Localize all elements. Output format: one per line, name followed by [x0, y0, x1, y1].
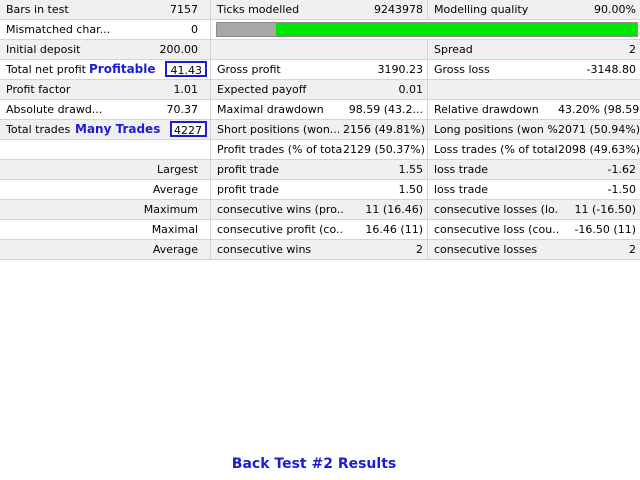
profit-trades-value: 2129 (50.37%) — [343, 143, 426, 156]
total-net-profit-label: Total net profit — [6, 63, 86, 76]
average-consecutive-losses-label: consecutive losses — [434, 243, 538, 256]
loss-trades-value: 2098 (49.63%) — [558, 143, 640, 156]
short-positions-label: Short positions (won... — [217, 123, 341, 136]
ticks-modelled-label: Ticks modelled — [217, 3, 300, 16]
average-consecutive-label: Average — [152, 243, 198, 256]
largest-label: Largest — [157, 163, 198, 176]
profit-factor-label: Profit factor — [6, 83, 71, 96]
maximum-label: Maximum — [143, 203, 198, 216]
maximal-drawdown-value: 98.59 (43.2... — [348, 103, 423, 116]
table-row: Mismatched char... 0 — [0, 20, 640, 40]
table-row: Bars in test 7157 Ticks modelled 9243978… — [0, 0, 640, 20]
table-row: Average consecutive wins 2 consecutive l… — [0, 240, 640, 260]
table-row: Maximum consecutive wins (pro... 11 (16.… — [0, 200, 640, 220]
profit-trades-label: Profit trades (% of total) — [217, 143, 343, 156]
modelling-quality-bar-mismatch-segment — [217, 23, 276, 36]
max-consecutive-wins-value: 11 (16.46) — [365, 203, 423, 216]
column-divider — [210, 20, 211, 39]
average-loss-trade-value: -1.50 — [607, 183, 636, 196]
largest-loss-trade-label: loss trade — [434, 163, 489, 176]
profitable-annotation: Profitable — [89, 62, 156, 76]
max-consecutive-wins-label: consecutive wins (pro... — [217, 203, 343, 216]
table-row: Absolute drawd... 70.37 Maximal drawdown… — [0, 100, 640, 120]
max-consecutive-losses-value: 11 (-16.50) — [574, 203, 636, 216]
absolute-drawdown-value: 70.37 — [166, 103, 199, 116]
expected-payoff-value: 0.01 — [398, 83, 424, 96]
table-row: Total net profit Profitable 41.43 Gross … — [0, 60, 640, 80]
table-row: Profit factor 1.01 Expected payoff 0.01 — [0, 80, 640, 100]
expected-payoff-label: Expected payoff — [217, 83, 307, 96]
average-loss-trade-label: loss trade — [434, 183, 489, 196]
table-row: Initial deposit 200.00 Spread 2 — [0, 40, 640, 60]
average-label: Average — [152, 183, 198, 196]
column-divider — [210, 40, 211, 59]
absolute-drawdown-label: Absolute drawd... — [6, 103, 103, 116]
initial-deposit-label: Initial deposit — [6, 43, 81, 56]
spread-value: 2 — [629, 43, 636, 56]
average-consecutive-wins-value: 2 — [416, 243, 423, 256]
maximal-consecutive-loss-value: -16.50 (11) — [574, 223, 636, 236]
gross-profit-label: Gross profit — [217, 63, 281, 76]
average-profit-trade-label: profit trade — [217, 183, 280, 196]
initial-deposit-value: 200.00 — [159, 43, 199, 56]
maximal-consecutive-loss-label: consecutive loss (cou... — [434, 223, 558, 236]
relative-drawdown-value: 43.20% (98.59) — [558, 103, 640, 116]
table-row: Largest profit trade 1.55 loss trade -1.… — [0, 160, 640, 180]
gross-loss-label: Gross loss — [434, 63, 490, 76]
max-consecutive-losses-label: consecutive losses (lo... — [434, 203, 558, 216]
modelling-quality-label: Modelling quality — [434, 3, 529, 16]
table-row: Maximal consecutive profit (co... 16.46 … — [0, 220, 640, 240]
table-row: Average profit trade 1.50 loss trade -1.… — [0, 180, 640, 200]
average-consecutive-losses-value: 2 — [629, 243, 636, 256]
bars-in-test-label: Bars in test — [6, 3, 69, 16]
table-row: Total trades Many Trades 4227 Short posi… — [0, 120, 640, 140]
largest-profit-trade-label: profit trade — [217, 163, 280, 176]
maximal-consecutive-profit-value: 16.46 (11) — [365, 223, 423, 236]
ticks-modelled-value: 9243978 — [374, 3, 423, 16]
modelling-quality-value: 90.00% — [594, 3, 636, 16]
mismatched-value: 0 — [191, 23, 198, 36]
spread-label: Spread — [434, 43, 473, 56]
largest-loss-trade-value: -1.62 — [607, 163, 636, 176]
column-divider — [427, 80, 428, 99]
total-net-profit-value: 41.43 — [165, 61, 207, 77]
long-positions-value: 2071 (50.94%) — [558, 123, 640, 136]
many-trades-annotation: Many Trades — [75, 122, 161, 136]
gross-loss-value: -3148.80 — [586, 63, 636, 76]
table-row: Profit trades (% of total) 2129 (50.37%)… — [0, 140, 640, 160]
total-trades-value: 4227 — [170, 121, 207, 137]
maximal-consecutive-profit-label: consecutive profit (co... — [217, 223, 343, 236]
backtest-report-table: Bars in test 7157 Ticks modelled 9243978… — [0, 0, 640, 260]
average-profit-trade-value: 1.50 — [398, 183, 424, 196]
bars-in-test-value: 7157 — [170, 3, 198, 16]
short-positions-value: 2156 (49.81%) — [343, 123, 426, 136]
mismatched-label: Mismatched char... — [6, 23, 110, 36]
loss-trades-label: Loss trades (% of total) — [434, 143, 558, 156]
profit-factor-value: 1.01 — [173, 83, 199, 96]
gross-profit-value: 3190.23 — [377, 63, 424, 76]
modelling-quality-bar — [216, 22, 638, 37]
long-positions-label: Long positions (won %) — [434, 123, 558, 136]
average-consecutive-wins-label: consecutive wins — [217, 243, 312, 256]
report-caption: Back Test #2 Results — [231, 456, 397, 472]
relative-drawdown-label: Relative drawdown — [434, 103, 539, 116]
largest-profit-trade-value: 1.55 — [398, 163, 424, 176]
maximal-label: Maximal — [151, 223, 198, 236]
maximal-drawdown-label: Maximal drawdown — [217, 103, 324, 116]
